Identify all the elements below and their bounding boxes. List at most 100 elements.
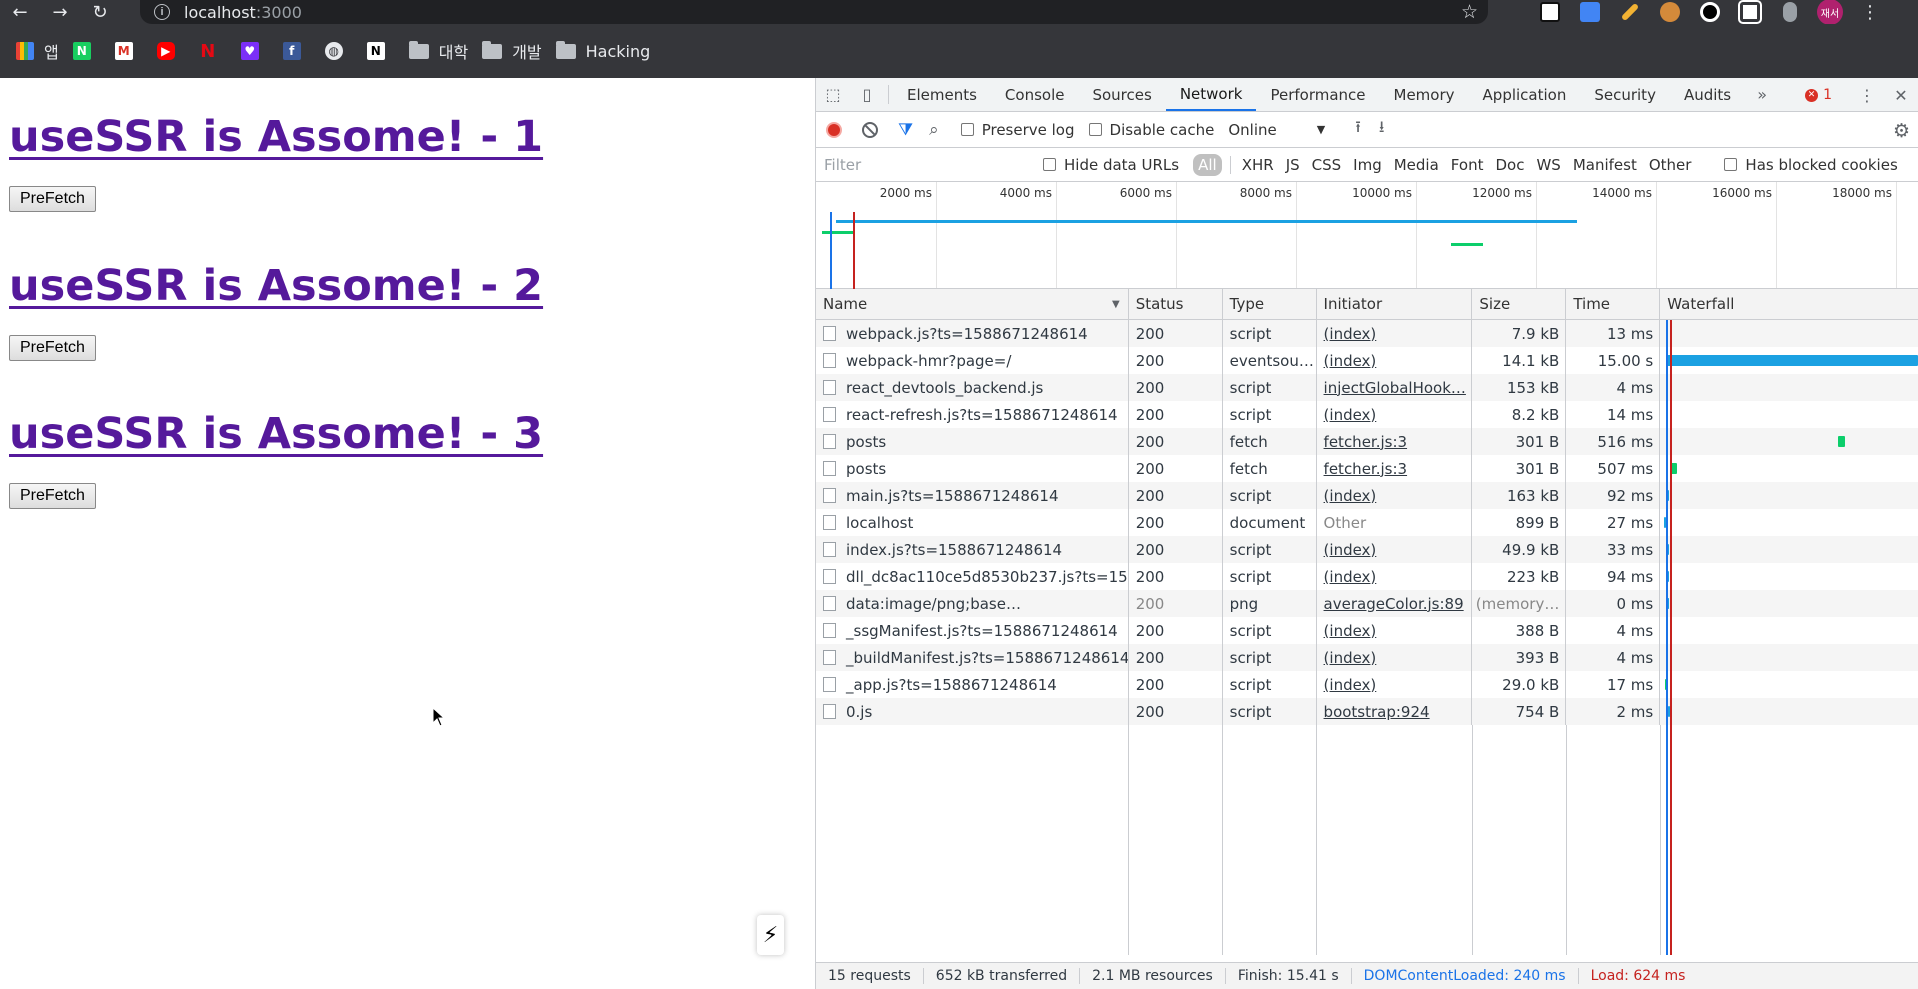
bookmark-heart[interactable]: ♥ — [240, 42, 269, 60]
request-initiator[interactable]: (index) — [1317, 536, 1473, 563]
reload-button[interactable]: ↻ — [80, 0, 120, 24]
request-waterfall[interactable] — [1660, 401, 1918, 428]
request-waterfall[interactable] — [1660, 563, 1918, 590]
pen-extension-icon[interactable] — [1610, 0, 1650, 24]
request-initiator[interactable]: (index) — [1317, 320, 1473, 347]
translate-extension-icon[interactable] — [1570, 0, 1610, 24]
type-filter-manifest[interactable]: Manifest — [1568, 154, 1642, 176]
bookmark-globe[interactable]: ◍ — [324, 42, 353, 60]
menu-kebab-icon[interactable]: ⋮ — [1850, 0, 1890, 24]
request-initiator-text[interactable]: (index) — [1324, 622, 1377, 640]
request-initiator-text[interactable]: (index) — [1324, 325, 1377, 343]
request-initiator[interactable]: (index) — [1317, 401, 1473, 428]
disable-cache-checkbox[interactable]: Disable cache — [1088, 121, 1214, 139]
request-row[interactable]: localhost 200 document Other 899 B 27 ms — [816, 509, 1918, 536]
tab-network[interactable]: Network — [1165, 78, 1257, 111]
request-waterfall[interactable] — [1660, 536, 1918, 563]
forward-button[interactable]: → — [40, 0, 80, 24]
tab-memory[interactable]: Memory — [1380, 78, 1469, 111]
request-initiator-text[interactable]: injectGlobalHook… — [1324, 379, 1466, 397]
column-header-name[interactable]: Name ▼ — [816, 288, 1129, 320]
request-name[interactable]: react-refresh.js?ts=1588671248614 — [816, 401, 1129, 428]
request-name[interactable]: localhost — [816, 509, 1129, 536]
bookmark-facebook[interactable]: f — [282, 42, 311, 60]
request-initiator-text[interactable]: fetcher.js:3 — [1324, 433, 1408, 451]
request-name[interactable]: posts — [816, 455, 1129, 482]
heading-link-3[interactable]: useSSR is Assome! - 3 — [9, 409, 543, 459]
request-name[interactable]: _app.js?ts=1588671248614 — [816, 671, 1129, 698]
request-row[interactable]: _buildManifest.js?ts=1588671248614 200 scr… — [816, 644, 1918, 671]
close-devtools-icon[interactable]: ✕ — [1884, 86, 1918, 105]
request-name[interactable]: index.js?ts=1588671248614 — [816, 536, 1129, 563]
type-filter-font[interactable]: Font — [1446, 154, 1489, 176]
request-initiator-text[interactable]: bootstrap:924 — [1324, 703, 1430, 721]
type-filter-ws[interactable]: WS — [1531, 154, 1565, 176]
request-waterfall[interactable] — [1660, 644, 1918, 671]
request-initiator[interactable]: (index) — [1317, 347, 1473, 374]
filter-input[interactable] — [824, 152, 1029, 177]
export-har-icon[interactable]: ⭳ — [1379, 116, 1385, 143]
request-initiator-text[interactable]: (index) — [1324, 541, 1377, 559]
request-initiator[interactable]: (index) — [1317, 671, 1473, 698]
record-button[interactable] — [826, 121, 842, 138]
request-waterfall[interactable] — [1660, 671, 1918, 698]
search-icon[interactable]: ⌕ — [929, 120, 939, 140]
request-row[interactable]: posts 200 fetch fetcher.js:3 301 B 507 ms — [816, 455, 1918, 482]
request-waterfall[interactable] — [1660, 320, 1918, 347]
request-initiator-text[interactable]: (index) — [1324, 676, 1377, 694]
address-bar[interactable]: i localhost:3000 ☆ — [140, 0, 1488, 24]
request-row[interactable]: posts 200 fetch fetcher.js:3 301 B 516 ms — [816, 428, 1918, 455]
tab-application[interactable]: Application — [1469, 78, 1581, 111]
request-name[interactable]: dll_dc8ac110ce5d8530b237.js?ts=15… — [816, 563, 1129, 590]
tab-console[interactable]: Console — [991, 78, 1079, 111]
request-name[interactable]: data:image/png;base… — [816, 590, 1129, 617]
request-name[interactable]: webpack-hmr?page=/ — [816, 347, 1129, 374]
type-filter-js[interactable]: JS — [1281, 154, 1305, 176]
prefetch-button-2[interactable]: PreFetch — [9, 335, 96, 361]
column-header-size[interactable]: Size — [1472, 288, 1567, 320]
request-initiator[interactable]: bootstrap:924 — [1317, 698, 1473, 725]
cookie-extension-icon[interactable] — [1650, 0, 1690, 24]
request-row[interactable]: data:image/png;base… 200 png averageColor.j… — [816, 590, 1918, 617]
request-name[interactable]: _buildManifest.js?ts=1588671248614 — [816, 644, 1129, 671]
filter-funnel-icon[interactable]: ⧩ — [898, 120, 913, 140]
request-name[interactable]: 0.js — [816, 698, 1129, 725]
window-extension-icon[interactable] — [1730, 0, 1770, 24]
prefetch-button-1[interactable]: PreFetch — [9, 186, 96, 212]
circle-extension-icon[interactable] — [1690, 0, 1730, 24]
request-name[interactable]: react_devtools_backend.js — [816, 374, 1129, 401]
heading-link-1[interactable]: useSSR is Assome! - 1 — [9, 112, 543, 162]
mouse-extension-icon[interactable] — [1770, 0, 1810, 24]
request-waterfall[interactable] — [1660, 509, 1918, 536]
preserve-log-checkbox[interactable]: Preserve log — [960, 121, 1075, 139]
request-waterfall[interactable] — [1660, 590, 1918, 617]
prerender-indicator-bolt-icon[interactable]: ⚡ — [757, 915, 784, 955]
type-filter-media[interactable]: Media — [1389, 154, 1444, 176]
request-row[interactable]: dll_dc8ac110ce5d8530b237.js?ts=15… 200 scr… — [816, 563, 1918, 590]
bookmark-naver[interactable]: N — [72, 42, 101, 60]
bookmark-gmail[interactable]: M — [114, 42, 143, 60]
request-name[interactable]: main.js?ts=1588671248614 — [816, 482, 1129, 509]
throttling-select[interactable]: Online ▼ — [1228, 121, 1325, 139]
request-waterfall[interactable] — [1660, 374, 1918, 401]
heading-link-2[interactable]: useSSR is Assome! - 2 — [9, 261, 543, 311]
request-row[interactable]: index.js?ts=1588671248614 200 script (index… — [816, 536, 1918, 563]
bookmark-folder-hacking[interactable]: Hacking — [555, 40, 650, 61]
site-info-icon[interactable]: i — [154, 4, 170, 20]
profile-avatar[interactable]: 재서 — [1810, 0, 1850, 25]
request-initiator[interactable]: fetcher.js:3 — [1317, 455, 1473, 482]
request-initiator[interactable]: fetcher.js:3 — [1317, 428, 1473, 455]
network-settings-gear-icon[interactable]: ⚙ — [1893, 120, 1910, 142]
request-row[interactable]: _app.js?ts=1588671248614 200 script (index)… — [816, 671, 1918, 698]
network-overview-timeline[interactable]: 2000 ms 4000 ms 6000 ms 8000 ms 10000 ms… — [816, 182, 1918, 289]
request-waterfall[interactable] — [1660, 428, 1918, 455]
bookmark-netflix[interactable]: N — [199, 41, 227, 62]
tab-performance[interactable]: Performance — [1256, 78, 1379, 111]
device-toolbar-icon[interactable]: ▯ — [850, 78, 884, 111]
inspect-element-icon[interactable]: ⬚ — [816, 78, 850, 111]
request-name[interactable]: _ssgManifest.js?ts=1588671248614 — [816, 617, 1129, 644]
request-waterfall[interactable] — [1660, 455, 1918, 482]
request-initiator-text[interactable]: (index) — [1324, 649, 1377, 667]
hide-data-urls-checkbox[interactable]: Hide data URLs — [1043, 156, 1179, 174]
request-row[interactable]: webpack.js?ts=1588671248614 200 script (ind… — [816, 320, 1918, 347]
